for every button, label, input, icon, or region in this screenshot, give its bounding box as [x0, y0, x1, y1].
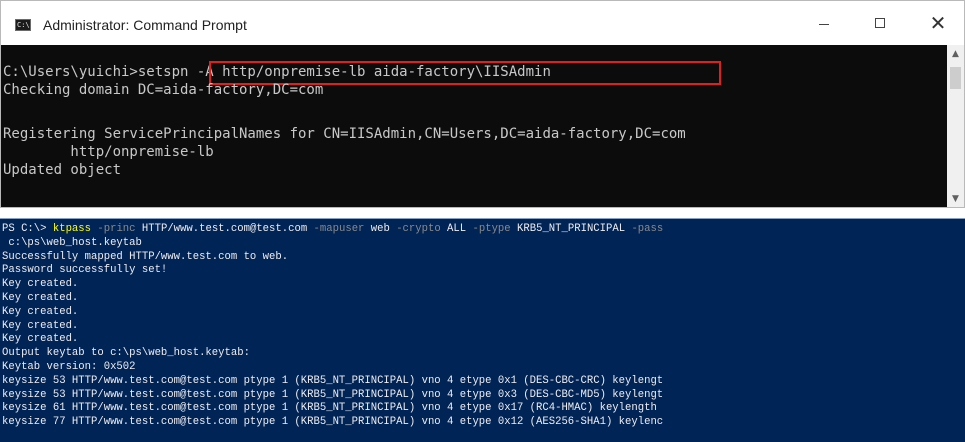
ps-output-line: Output keytab to c:\ps\web_host.keytab: — [2, 347, 250, 360]
cmd-console-area[interactable]: C:\Users\yuichi>setspn -A http/onpremise… — [1, 45, 947, 207]
ps-output-line: Key created. — [2, 319, 79, 332]
maximize-icon — [875, 18, 885, 28]
ps-output-line: Key created. — [2, 333, 79, 346]
close-icon: ✕ — [929, 11, 947, 35]
ps-parameter-name: -crypto — [389, 223, 441, 235]
ps-parameter-name: -pass — [625, 223, 664, 235]
ps-parameter-value: ALL — [440, 223, 467, 235]
scroll-up-arrow-icon[interactable]: ▲ — [947, 45, 964, 62]
cmd-output-line: http/onpremise-lb — [3, 144, 214, 160]
ps-output-line: keysize 61 HTTP/www.test.com@test.com pt… — [2, 402, 657, 415]
ps-output-line: keysize 53 HTTP/www.test.com@test.com pt… — [2, 388, 664, 401]
cmd-app-icon-label: C:\ — [17, 21, 30, 29]
ps-command-name: ktpass — [52, 223, 92, 235]
close-button[interactable]: ✕ — [915, 1, 961, 45]
command-prompt-window: C:\ Administrator: Command Prompt ✕ C:\U… — [0, 0, 965, 208]
window-title: Administrator: Command Prompt — [43, 17, 247, 33]
ps-command-continuation: c:\ps\web_host.keytab — [2, 236, 142, 249]
vertical-scrollbar[interactable]: ▲ ▼ — [947, 45, 964, 207]
ps-parameter-name: -ptype — [466, 223, 511, 235]
powershell-console[interactable]: PS C:\> ktpass -princ HTTP/www.test.com@… — [0, 218, 965, 442]
ps-parameter-name: -princ — [97, 223, 136, 235]
ps-output-line: Key created. — [2, 278, 79, 291]
ps-parameter-value: web — [364, 223, 390, 235]
cmd-output-line: Updated object — [3, 162, 122, 178]
scroll-down-arrow-icon[interactable]: ▼ — [947, 190, 964, 207]
ps-output-line: Key created. — [2, 292, 79, 304]
cmd-output-line: Checking domain DC=aida-factory,DC=com — [3, 82, 324, 98]
ps-output-line: Password successfully set! — [2, 264, 168, 277]
ps-parameter-value: HTTP/www.test.com@test.com — [135, 223, 308, 235]
panel-divider — [0, 208, 965, 218]
ps-output-line: keysize 53 HTTP/www.test.com@test.com pt… — [2, 374, 664, 387]
maximize-button[interactable] — [857, 1, 903, 45]
minimize-button[interactable] — [801, 1, 847, 45]
ps-output-line: keysize 77 HTTP/www.test.com@test.com pt… — [2, 416, 664, 429]
title-bar[interactable]: C:\ Administrator: Command Prompt ✕ — [1, 1, 964, 45]
ps-command-arguments: -princ HTTP/www.test.com@test.com -mapus… — [97, 223, 663, 235]
ps-command-line: PS C:\> ktpass -princ HTTP/www.test.com@… — [2, 223, 663, 237]
ps-output-line: Successfully mapped HTTP/www.test.com to… — [2, 250, 289, 263]
cmd-output-line: Registering ServicePrincipalNames for CN… — [3, 126, 686, 142]
cmd-prompt: C:\Users\yuichi> — [3, 64, 138, 80]
ps-prompt: PS C:\> — [2, 223, 53, 235]
ps-parameter-value: KRB5_NT_PRINCIPAL — [510, 223, 626, 235]
minimize-icon — [819, 23, 829, 25]
cmd-app-icon: C:\ — [15, 19, 31, 31]
ps-output-line: Key created. — [2, 305, 79, 318]
ps-parameter-name: -mapuser — [307, 223, 365, 235]
scrollbar-thumb[interactable] — [950, 67, 961, 89]
ps-output-line: Keytab version: 0x502 — [2, 361, 136, 373]
